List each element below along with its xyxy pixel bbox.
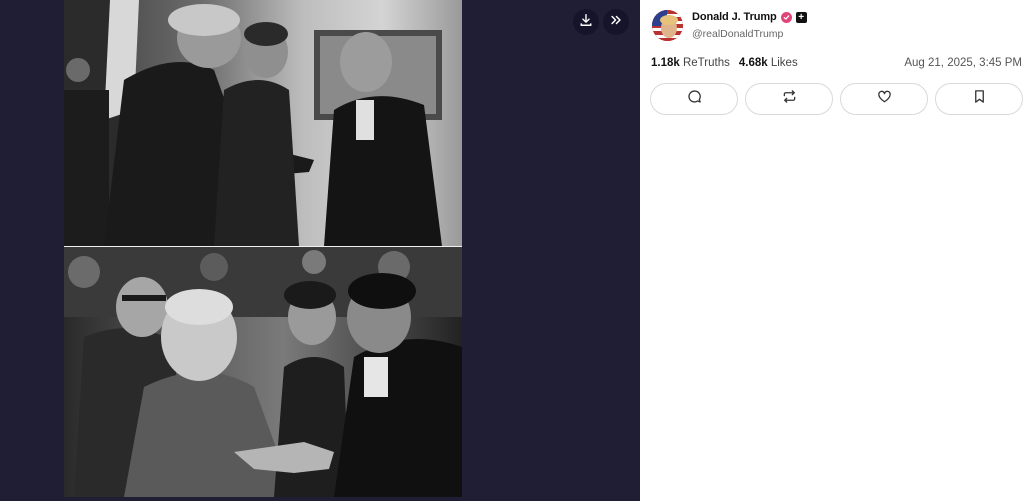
avatar[interactable]: [652, 10, 683, 41]
reply-button[interactable]: [650, 83, 738, 115]
post-media[interactable]: [64, 0, 462, 497]
media-photo-top[interactable]: [64, 0, 462, 246]
download-icon: [579, 13, 593, 32]
double-chevron-right-icon: [609, 13, 623, 32]
download-button[interactable]: [573, 9, 599, 35]
post-actions: [650, 83, 1024, 115]
verified-badge-icon: [780, 11, 792, 23]
post-detail-panel: Donald J. Trump + @realDonaldTrump 1.18k…: [640, 0, 1024, 501]
retruths-count: 1.18k: [651, 57, 680, 69]
like-icon: [877, 89, 892, 109]
media-viewer: [0, 0, 640, 501]
reply-icon: [687, 89, 702, 109]
like-button[interactable]: [840, 83, 928, 115]
likes-count: 4.68k: [738, 57, 768, 69]
likes-label: Likes: [770, 57, 798, 69]
author-name-row: Donald J. Trump +: [692, 11, 807, 23]
bookmark-icon: [972, 89, 987, 109]
post-stats: 1.18k ReTruths 4.68k Likes: [651, 57, 798, 69]
author-name[interactable]: Donald J. Trump: [692, 11, 777, 23]
author-handle[interactable]: @realDonaldTrump: [692, 28, 783, 40]
media-photo-bottom[interactable]: [64, 247, 462, 497]
post-timestamp: Aug 21, 2025, 3:45 PM: [904, 57, 1022, 69]
likes-stat[interactable]: 4.68k Likes: [739, 57, 798, 69]
retruths-label: ReTruths: [682, 57, 730, 69]
bookmark-button[interactable]: [935, 83, 1023, 115]
collapse-panel-button[interactable]: [603, 9, 629, 35]
retruth-icon: [782, 89, 797, 109]
retruths-stat[interactable]: 1.18k ReTruths: [651, 57, 730, 69]
retruth-button[interactable]: [745, 83, 833, 115]
plus-badge-icon: +: [795, 11, 807, 23]
